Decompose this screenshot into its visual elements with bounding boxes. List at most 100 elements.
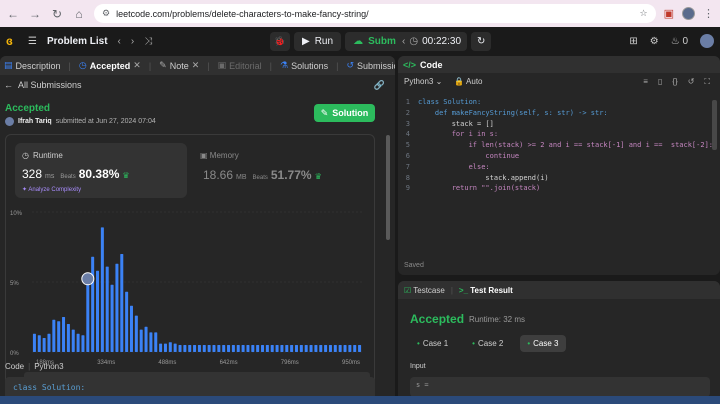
debug-icon[interactable]: 🐞 xyxy=(270,31,290,51)
problem-list-link[interactable]: Problem List xyxy=(47,36,108,47)
user-avatar[interactable] xyxy=(700,34,714,48)
left-tabs: ▤ Description | ◷ Accepted ✕ | ✎ Note ✕ | ▣ Ed… xyxy=(0,56,395,75)
test-runtime: Runtime: 32 ms xyxy=(469,315,526,324)
chart-bar xyxy=(324,345,328,352)
submission-status: Accepted xyxy=(5,103,51,114)
reload-icon[interactable]: ↻ xyxy=(50,7,64,21)
chart-bar xyxy=(290,345,294,352)
clock-icon: ◷ xyxy=(22,151,29,160)
run-button[interactable]: ▶ Run xyxy=(294,31,342,51)
chart-bar xyxy=(202,345,206,352)
cloud-upload-icon: ☁ xyxy=(353,35,364,47)
forward-icon[interactable]: → xyxy=(28,7,42,21)
chart-bar xyxy=(309,345,313,352)
problem-list-icon[interactable]: ☰ xyxy=(28,36,37,47)
back-icon[interactable]: ← xyxy=(6,7,20,21)
settings-gear-icon[interactable]: ⚙ xyxy=(650,36,659,47)
mode-select[interactable]: 🔒 Auto xyxy=(454,77,482,86)
checkbox-icon: ☑ xyxy=(404,285,412,295)
streak-counter[interactable]: ♨ 0 xyxy=(671,36,688,47)
site-info-icon[interactable]: ⚙ xyxy=(102,8,110,19)
all-submissions-link[interactable]: ← All Submissions xyxy=(4,80,82,90)
input-label: Input xyxy=(410,363,426,370)
format-lines-icon[interactable]: ≡ xyxy=(643,77,648,87)
terminal-icon: >_ xyxy=(458,285,469,295)
chart-bar xyxy=(144,326,148,352)
chart-bar xyxy=(71,329,75,352)
memory-value-row: 18.66 MB Beats 51.77% ♛ xyxy=(203,168,322,182)
memory-title[interactable]: ▣ Memory xyxy=(200,151,239,160)
chart-bar xyxy=(251,345,255,352)
fire-icon: ♨ xyxy=(670,35,680,47)
case-tab-2[interactable]: • Case 2 xyxy=(465,335,510,352)
chart-bar xyxy=(81,335,85,352)
x-tick-label: 950ms xyxy=(342,360,360,366)
description-icon: ▤ xyxy=(4,60,13,70)
tab-testcase[interactable]: ☑ Testcase xyxy=(404,286,445,295)
chart-bar xyxy=(115,263,119,352)
extension-icon[interactable]: ▣ xyxy=(664,7,674,20)
case-tab-1[interactable]: • Case 1 xyxy=(410,335,455,352)
chart-bar xyxy=(207,345,211,352)
test-status: Accepted xyxy=(410,312,465,326)
chart-bar xyxy=(96,270,100,352)
chart-bar xyxy=(348,345,352,352)
chart-bar xyxy=(304,345,308,352)
share-link-icon[interactable]: 🔗 xyxy=(374,80,385,91)
chart-bar xyxy=(241,345,245,352)
edit-pencil-icon: ✎ xyxy=(320,107,329,118)
analyze-complexity-link[interactable]: ✦ Analyze Complexity xyxy=(22,186,81,193)
close-note-icon[interactable]: ✕ xyxy=(192,60,200,71)
editor-toolbar: Python3 ⌄ 🔒 Auto ≡ ▯ {} ↺ ⛶ xyxy=(398,73,720,90)
reset-icon[interactable]: ↺ xyxy=(688,77,695,87)
home-icon[interactable]: ⌂ xyxy=(72,7,86,21)
language-select[interactable]: Python3 ⌄ xyxy=(404,77,442,86)
runtime-distribution-chart[interactable]: 10%5%0%188ms334ms488ms642ms796ms950ms188… xyxy=(10,206,370,391)
tab-description[interactable]: ▤ Description xyxy=(4,60,61,71)
tab-accepted[interactable]: ◷ Accepted ✕ xyxy=(79,60,141,71)
fullscreen-icon[interactable]: ⛶ xyxy=(704,77,710,87)
chart-bar xyxy=(188,345,192,352)
runtime-card[interactable]: ◷ Runtime 328 ms Beats 80.38% ♛ ✦ Analyze… xyxy=(15,143,187,198)
editor-scrollbar[interactable] xyxy=(712,100,717,150)
solution-button[interactable]: ✎ Solution xyxy=(314,104,375,122)
y-tick-label: 5% xyxy=(10,281,19,287)
close-tab-icon[interactable]: ✕ xyxy=(133,60,141,71)
tab-test-result[interactable]: >_ Test Result xyxy=(459,286,513,295)
tab-editorial[interactable]: ▣ Editorial xyxy=(218,60,262,71)
submitter-name[interactable]: Ifrah Tariq xyxy=(18,118,52,125)
leetcode-logo-icon[interactable]: ɞ xyxy=(6,34,18,48)
code-line: 3 stack = [] xyxy=(405,119,494,128)
saved-status: Saved xyxy=(404,262,424,269)
memory-beats-pct: 51.77% xyxy=(270,168,312,182)
tab-solutions[interactable]: ⚗ Solutions xyxy=(280,60,328,71)
profile-avatar[interactable] xyxy=(682,7,695,20)
shuffle-icon[interactable]: ⤨ xyxy=(144,36,152,47)
chart-bar xyxy=(270,345,274,352)
left-scrollbar[interactable] xyxy=(386,135,390,240)
timer[interactable]: ‹ ◷ 00:22:30 xyxy=(396,31,468,51)
chart-bar xyxy=(32,333,36,352)
timer-reset-button[interactable]: ↻ xyxy=(471,31,492,51)
chart-bar xyxy=(261,345,265,352)
braces-icon[interactable]: {} xyxy=(672,77,677,87)
bookmark-icon[interactable]: ▯ xyxy=(658,77,662,87)
chart-bar xyxy=(236,345,240,352)
layout-grid-icon[interactable]: ⊞ xyxy=(629,36,637,47)
timer-collapse-icon[interactable]: ‹ xyxy=(402,36,405,47)
prev-problem-icon[interactable]: ‹ xyxy=(118,36,121,47)
book-icon: ▣ xyxy=(217,60,227,70)
bookmark-star-icon[interactable]: ☆ xyxy=(640,8,648,19)
chart-bar xyxy=(319,345,323,352)
chart-bar xyxy=(76,333,80,352)
next-problem-icon[interactable]: › xyxy=(131,36,134,47)
address-bar[interactable]: ⚙ leetcode.com/problems/delete-character… xyxy=(94,4,656,23)
case-tab-3[interactable]: • Case 3 xyxy=(520,335,566,352)
tab-submissions[interactable]: ↺Submissions xyxy=(346,60,395,71)
tab-note[interactable]: ✎ Note ✕ xyxy=(159,60,199,71)
y-tick-label: 10% xyxy=(10,211,23,217)
code-editor[interactable]: 1 class Solution: 2 def makeFancyString(s… xyxy=(398,98,720,248)
menu-kebab-icon[interactable]: ⋮ xyxy=(703,7,714,20)
chart-bar xyxy=(217,345,221,352)
chart-bar xyxy=(91,256,95,352)
